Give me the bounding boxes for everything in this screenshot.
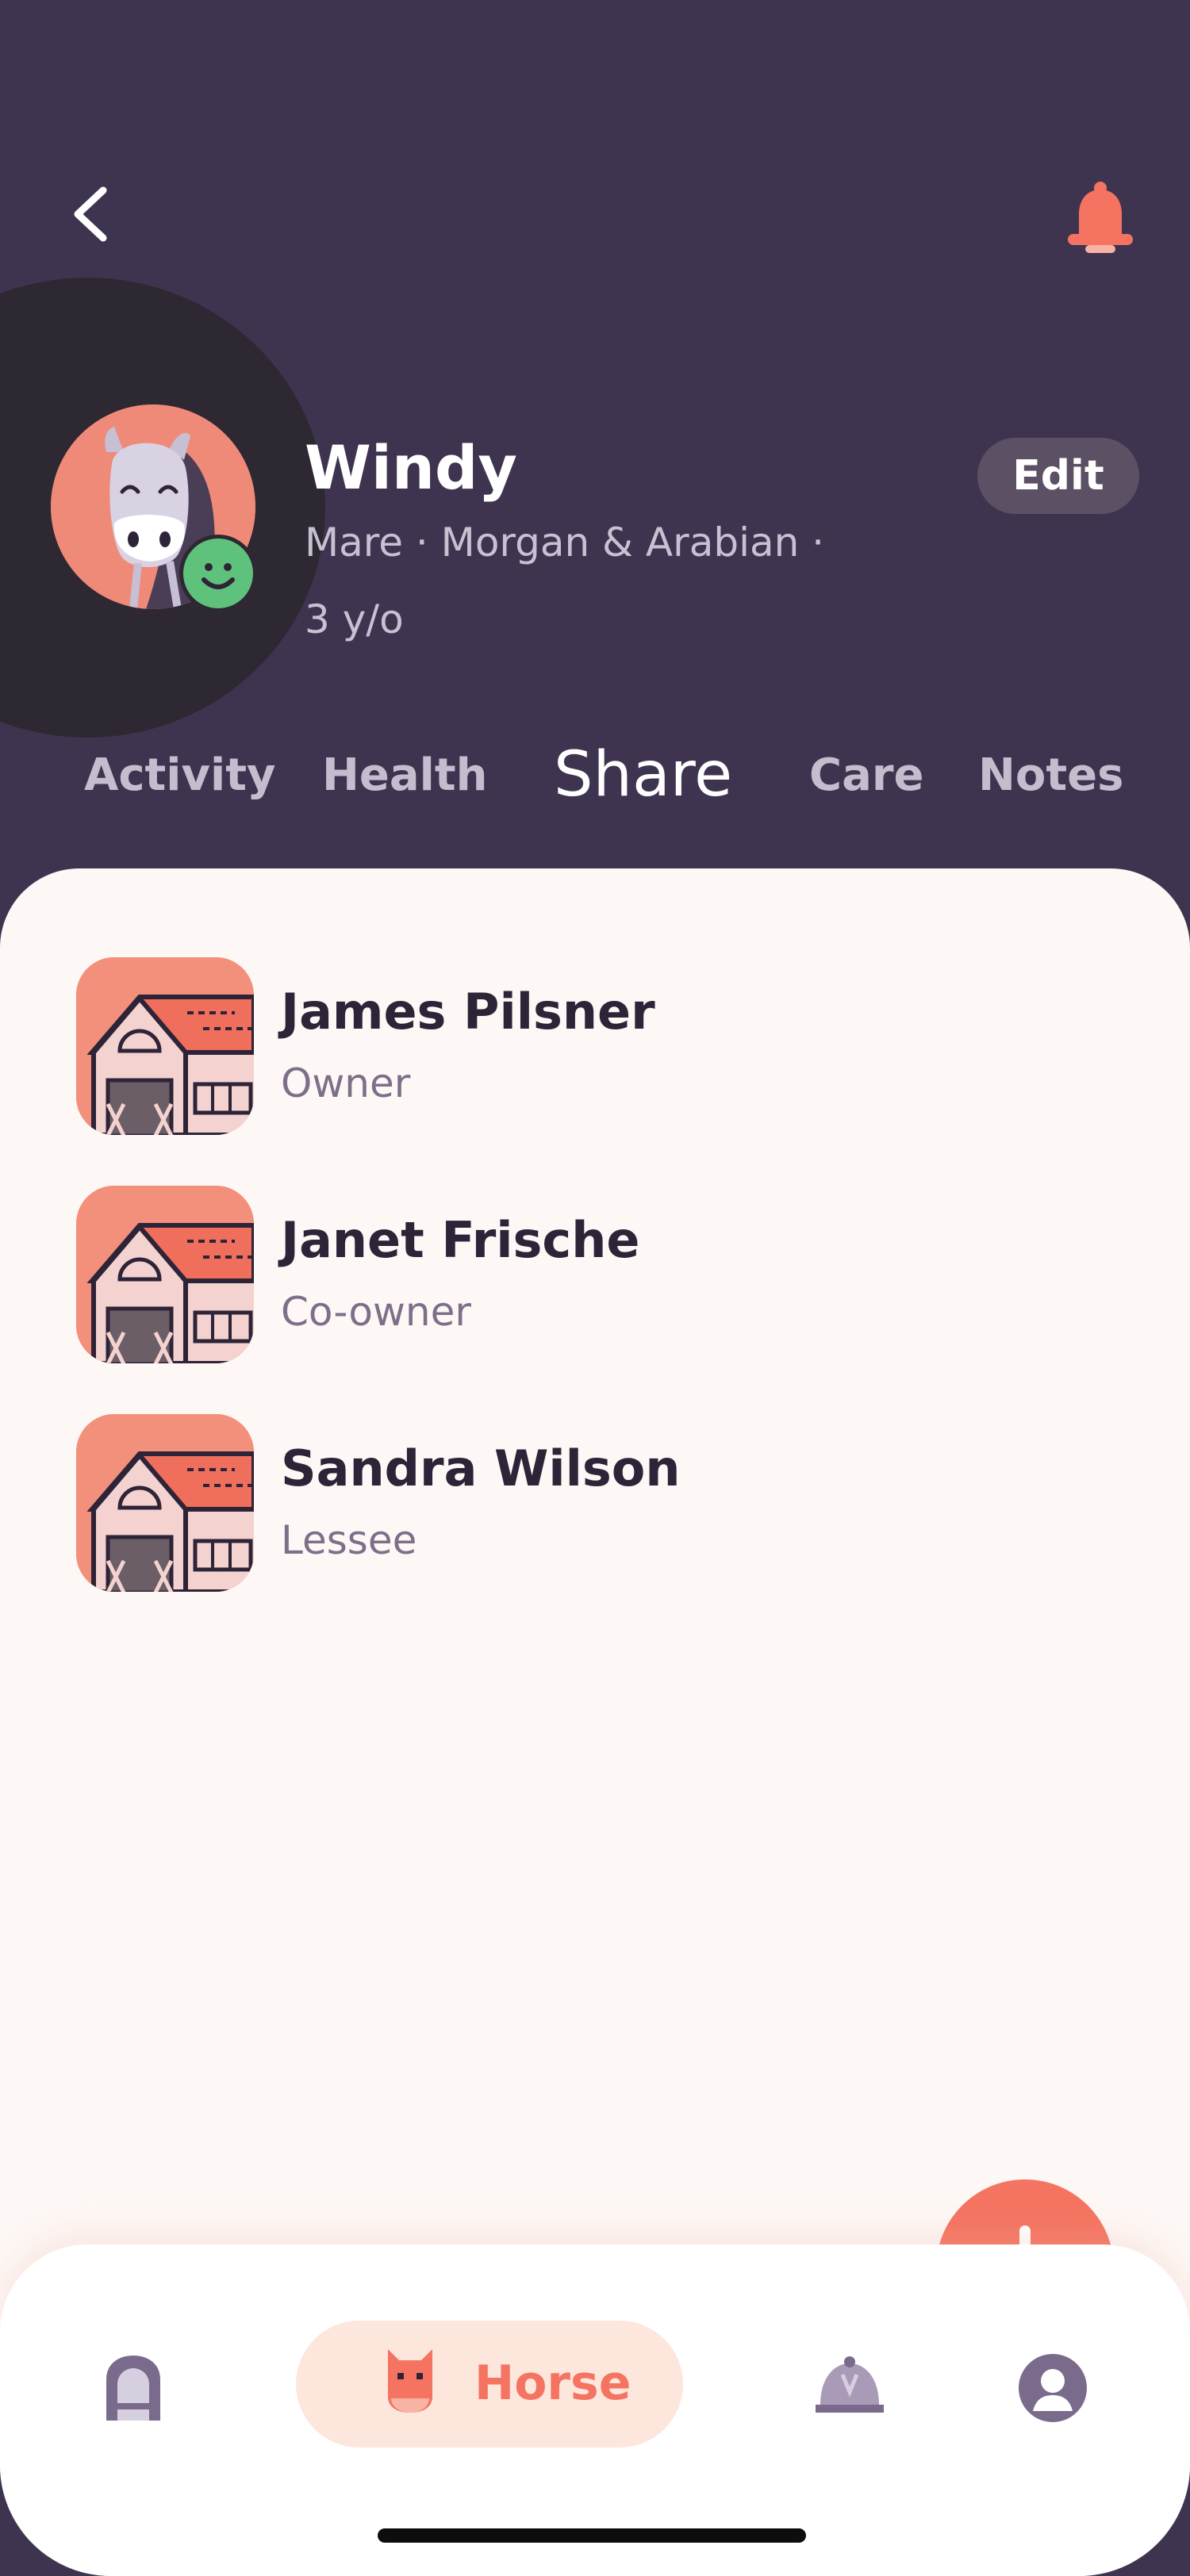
horse-name: Windy bbox=[305, 432, 517, 503]
screen: Windy Mare · Morgan & Arabian · 3 y/o Ed… bbox=[0, 0, 1190, 2576]
horse-details: Mare · Morgan & Arabian · bbox=[305, 519, 825, 565]
riding-helmet-icon[interactable] bbox=[816, 2356, 884, 2422]
tab-notes[interactable]: Notes bbox=[978, 749, 1123, 801]
barn-icon bbox=[76, 1414, 254, 1592]
person-name: James Pilsner bbox=[281, 983, 655, 1041]
horse-header: Windy Mare · Morgan & Arabian · 3 y/o Ed… bbox=[0, 0, 1190, 896]
barn-icon[interactable] bbox=[102, 2352, 165, 2424]
horse-age: 3 y/o bbox=[305, 596, 404, 642]
tab-share[interactable]: Share bbox=[554, 739, 732, 811]
nav-horse-button[interactable]: Horse bbox=[296, 2321, 683, 2448]
person-role: Co-owner bbox=[281, 1289, 471, 1335]
list-item[interactable]: James Pilsner Owner bbox=[76, 957, 1107, 1138]
person-name: Janet Frische bbox=[281, 1211, 640, 1269]
list-item[interactable]: Janet Frische Co-owner bbox=[76, 1186, 1107, 1367]
edit-button[interactable]: Edit bbox=[977, 438, 1139, 514]
barn-icon bbox=[76, 957, 254, 1135]
person-role: Lessee bbox=[281, 1517, 417, 1563]
tab-health[interactable]: Health bbox=[322, 749, 487, 801]
horse-icon bbox=[385, 2349, 436, 2419]
profile-icon[interactable] bbox=[1019, 2354, 1087, 2425]
home-indicator bbox=[378, 2528, 806, 2543]
nav-horse-label: Horse bbox=[474, 2356, 631, 2411]
bottom-nav: Horse bbox=[0, 2244, 1190, 2576]
person-role: Owner bbox=[281, 1060, 411, 1106]
bell-icon[interactable] bbox=[1063, 178, 1138, 258]
tab-care[interactable]: Care bbox=[809, 749, 923, 801]
happy-status-icon bbox=[179, 535, 257, 612]
back-icon[interactable] bbox=[63, 182, 119, 246]
person-name: Sandra Wilson bbox=[281, 1439, 681, 1497]
list-item[interactable]: Sandra Wilson Lessee bbox=[76, 1414, 1107, 1595]
barn-icon bbox=[76, 1186, 254, 1363]
tab-activity[interactable]: Activity bbox=[84, 749, 275, 801]
